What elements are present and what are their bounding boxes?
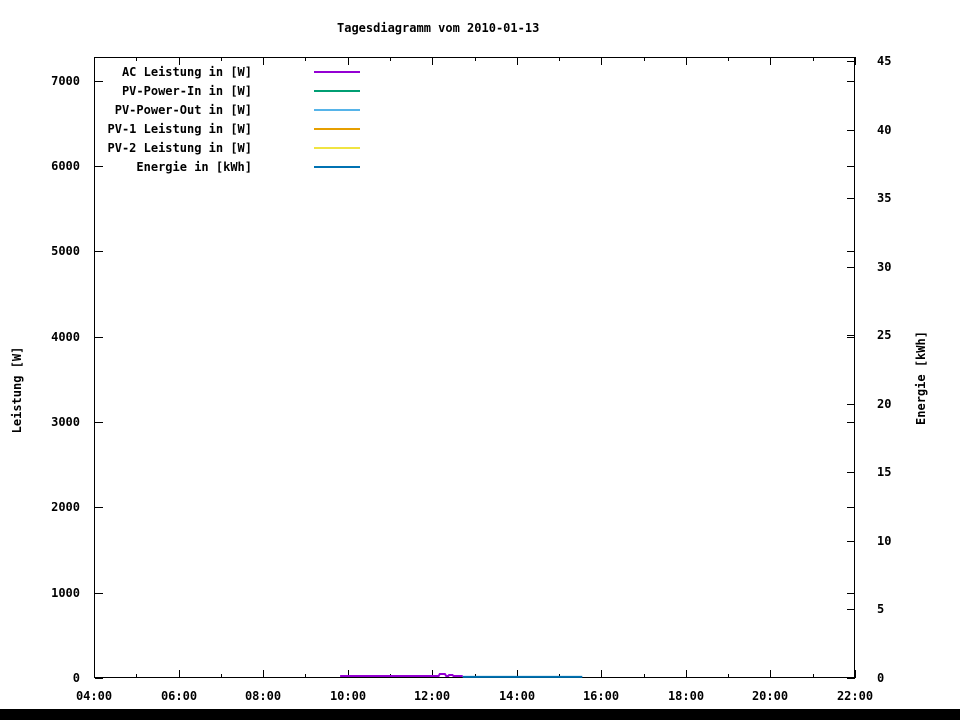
bottom-black-strip xyxy=(0,709,960,720)
legend-line-sample xyxy=(314,71,360,73)
legend-item-label: PV-1 Leistung in [W] xyxy=(107,122,253,136)
legend-line-sample xyxy=(314,128,360,130)
legend-line-sample xyxy=(314,109,360,111)
y-axis-label-right: Energie [kWh] xyxy=(914,331,928,425)
y-axis-label-left: Leistung [W] xyxy=(10,346,24,434)
series-line-ac-leistung-in-w- xyxy=(340,673,463,677)
legend-line-sample xyxy=(314,166,360,168)
chart-canvas: Tagesdiagramm vom 2010-01-13 04:00 06:00 0… xyxy=(0,0,960,720)
legend-line-sample xyxy=(314,90,360,92)
legend-item-label: PV-Power-Out in [W] xyxy=(114,103,252,117)
legend-item-label: Energie in [kWh] xyxy=(136,160,252,174)
legend-line-sample xyxy=(314,147,360,149)
legend-item-label: PV-Power-In in [W] xyxy=(121,84,252,98)
legend-item-label: AC Leistung in [W] xyxy=(121,65,252,79)
legend-item-label: PV-2 Leistung in [W] xyxy=(107,141,253,155)
